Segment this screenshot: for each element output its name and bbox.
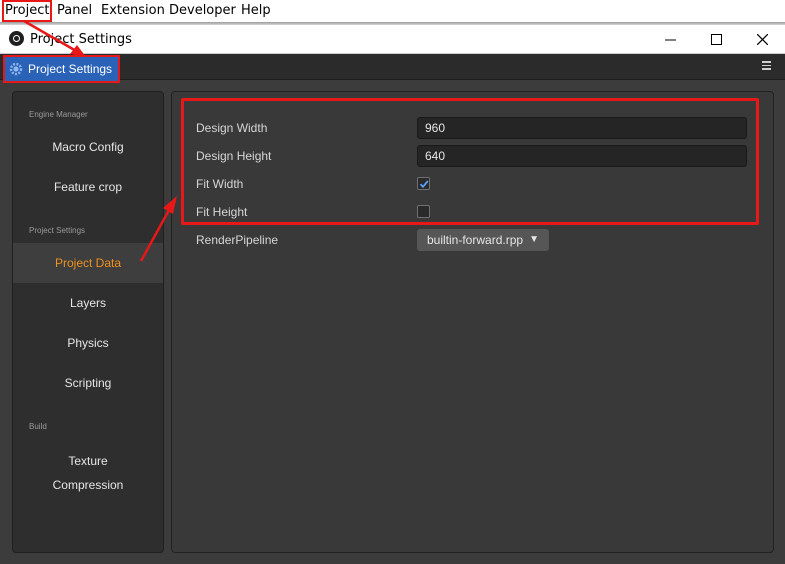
texture-label-line1: Texture: [68, 454, 108, 468]
tab-label: Project Settings: [28, 62, 113, 76]
group-engine-manager: Engine Manager: [29, 110, 88, 119]
caret-down-icon: ▼: [529, 234, 539, 245]
window-title: Project Settings: [30, 32, 132, 47]
hamburger-menu-icon[interactable]: [762, 61, 771, 70]
sidebar-item-project-data[interactable]: Project Data: [13, 243, 163, 283]
app-logo-icon: [9, 31, 24, 46]
menu-help[interactable]: Help: [241, 3, 271, 19]
render-pipeline-value: builtin-forward.rpp: [427, 233, 524, 247]
menu-panel[interactable]: Panel: [57, 3, 92, 19]
group-project-settings: Project Settings: [29, 226, 86, 235]
menu-developer[interactable]: Developer: [169, 3, 236, 19]
render-pipeline-label: RenderPipeline: [196, 233, 279, 247]
annotation-highlight-box: [181, 98, 759, 225]
sidebar-item-layers[interactable]: Layers: [13, 283, 163, 323]
menu-project[interactable]: Project: [1, 0, 53, 22]
close-button[interactable]: [739, 25, 785, 53]
settings-sidebar: Engine Manager Macro Config Feature crop…: [12, 91, 164, 553]
gear-icon: [9, 62, 23, 76]
menu-extension[interactable]: Extension: [101, 3, 165, 19]
menu-bar: Project Panel Extension Developer Help: [0, 0, 785, 22]
sidebar-item-macro-config[interactable]: Macro Config: [13, 127, 163, 167]
texture-label-line2: Compression: [52, 478, 124, 492]
sidebar-item-physics[interactable]: Physics: [13, 323, 163, 363]
sidebar-item-texture-compression[interactable]: Texture Compression: [13, 447, 163, 499]
minimize-button[interactable]: [647, 25, 693, 53]
window-titlebar: Project Settings: [0, 25, 785, 54]
sidebar-item-feature-crop[interactable]: Feature crop: [13, 167, 163, 207]
maximize-button[interactable]: [693, 25, 739, 53]
maximize-icon: [710, 33, 722, 45]
panel-header: Project Settings: [0, 54, 785, 83]
sidebar-item-scripting[interactable]: Scripting: [13, 363, 163, 403]
close-icon: [756, 33, 768, 45]
render-pipeline-select[interactable]: builtin-forward.rpp ▼: [417, 229, 549, 251]
minimize-icon: [664, 39, 676, 40]
tab-project-settings[interactable]: Project Settings: [3, 55, 120, 83]
group-build: Build: [29, 422, 47, 431]
